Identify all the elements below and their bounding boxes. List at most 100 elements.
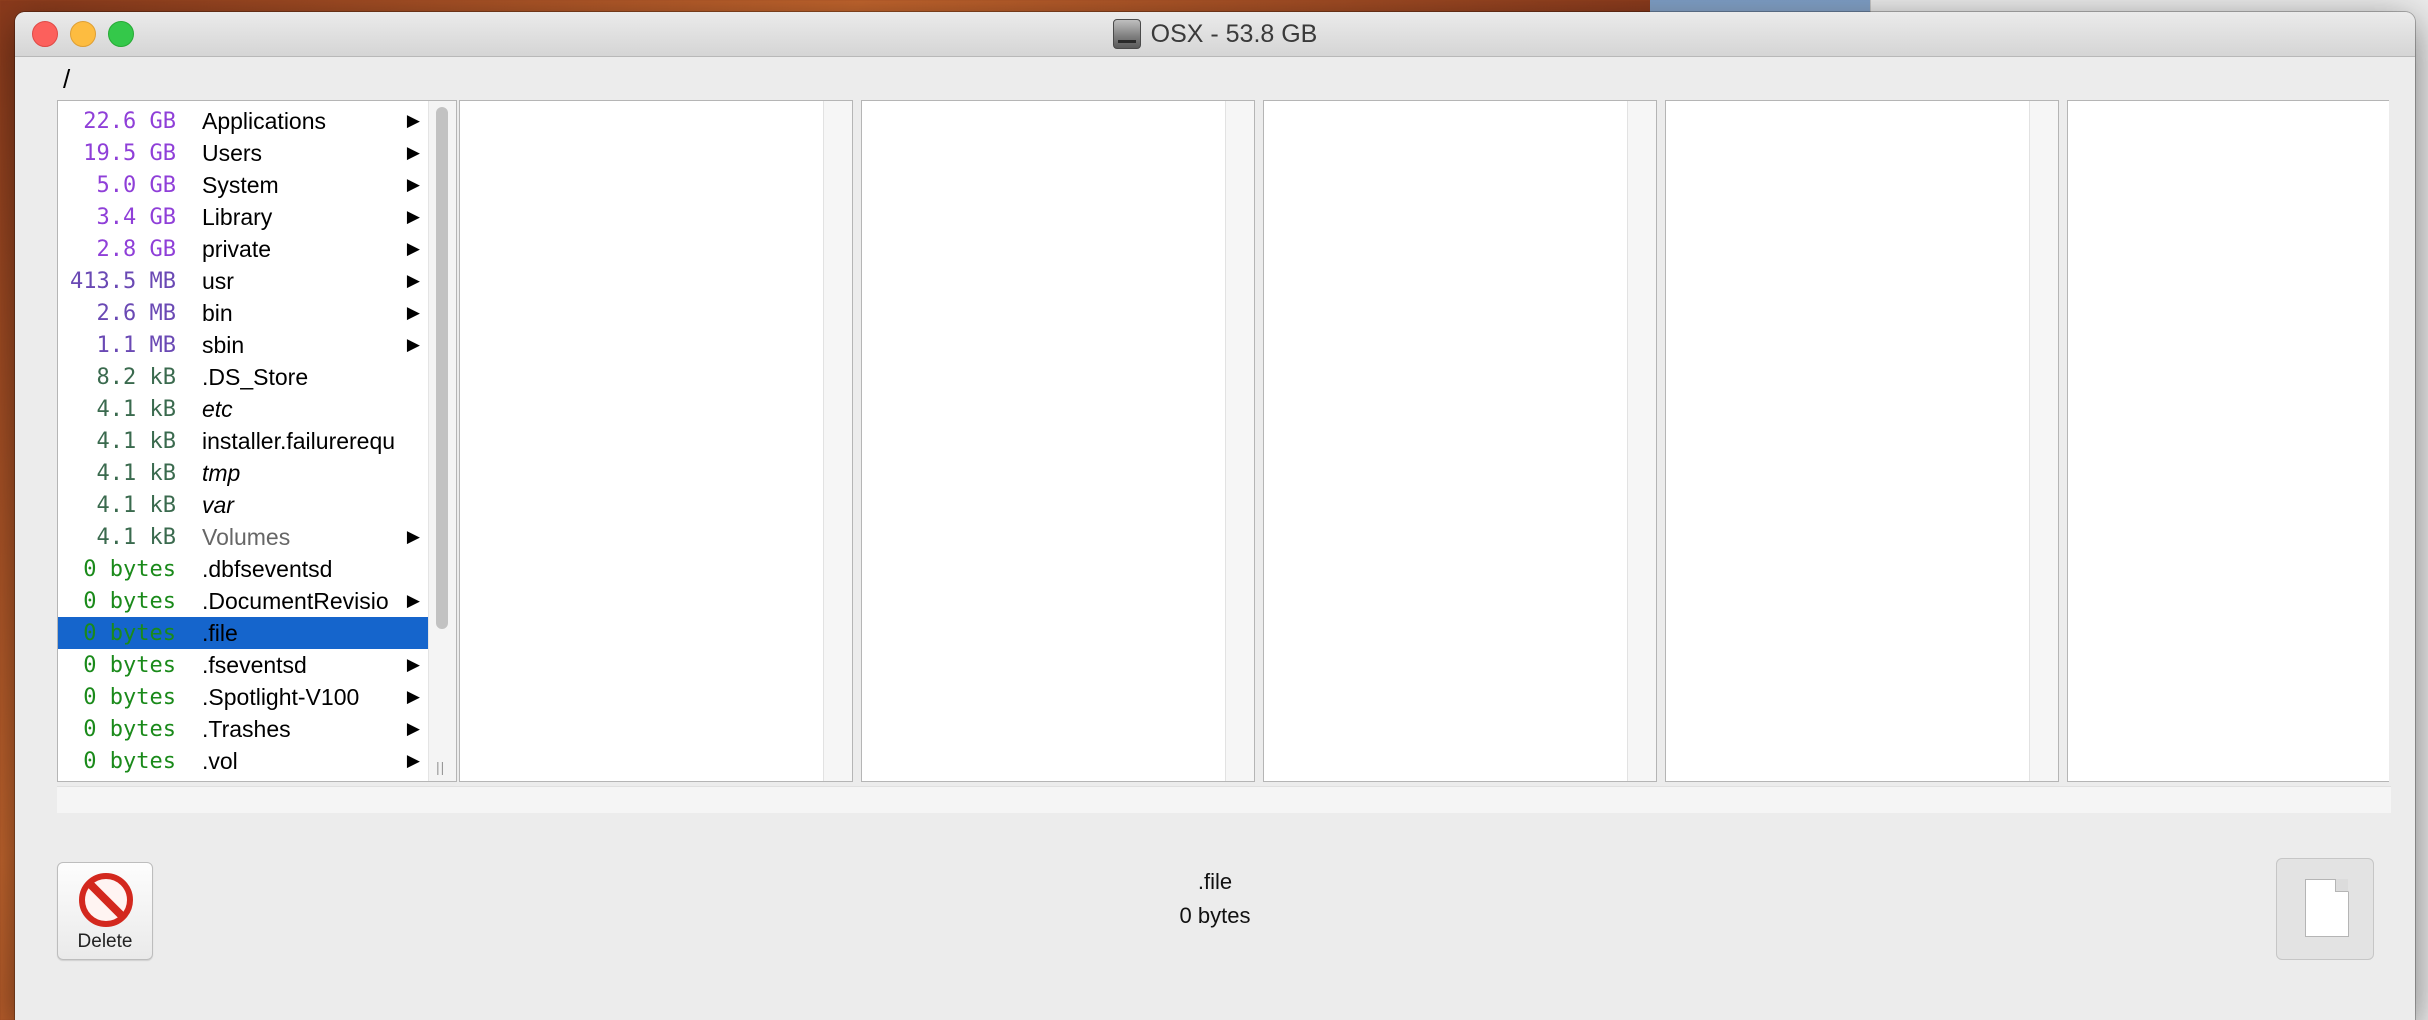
file-name: .DocumentRevisio: [202, 587, 389, 614]
disclosure-arrow-icon[interactable]: ▶: [407, 687, 420, 707]
file-name: Applications: [202, 107, 327, 134]
file-size: 0 bytes: [83, 588, 176, 614]
disclosure-arrow-icon[interactable]: ▶: [407, 207, 420, 227]
file-size: 2.8 GB: [96, 236, 176, 262]
window-title-group: OSX - 53.8 GB: [15, 12, 2415, 56]
file-name: tmp: [202, 459, 241, 486]
file-size: 413.5 MB: [70, 268, 176, 294]
column-resize-grip[interactable]: ||: [436, 759, 445, 775]
browser-column-empty[interactable]: [2067, 100, 2389, 782]
file-row[interactable]: 2.8 GB private ▶: [58, 233, 428, 265]
hard-disk-icon: [1112, 19, 1141, 49]
browser-column-empty[interactable]: [1665, 100, 2059, 782]
file-row[interactable]: 0 bytes .fseventsd ▶: [58, 649, 428, 681]
file-row[interactable]: 0 bytes .DocumentRevisio ▶: [58, 585, 428, 617]
file-name: Users: [202, 139, 263, 166]
file-name: .dbfseventsd: [202, 555, 333, 582]
file-size: 0 bytes: [83, 684, 176, 710]
file-name: etc: [202, 395, 233, 422]
disk-usage-window: OSX - 53.8 GB / 22.6 GB Applications ▶ 19.5…: [15, 12, 2415, 1020]
column-scroll-track: [1627, 101, 1656, 781]
file-row[interactable]: 0 bytes .vol ▶: [58, 745, 428, 777]
browser-column-empty[interactable]: [459, 100, 853, 782]
file-size: 4.1 kB: [96, 460, 176, 486]
file-name: installer.failurerequ: [202, 427, 396, 454]
horizontal-scrollbar[interactable]: [57, 786, 2391, 813]
file-name: .Trashes: [202, 715, 291, 742]
disclosure-arrow-icon[interactable]: ▶: [407, 111, 420, 131]
file-size: 5.0 GB: [96, 172, 176, 198]
file-name: private: [202, 235, 272, 262]
file-size: 4.1 kB: [96, 524, 176, 550]
file-row[interactable]: 22.6 GB Applications ▶: [58, 105, 428, 137]
file-size: 0 bytes: [83, 652, 176, 678]
disclosure-arrow-icon[interactable]: ▶: [407, 719, 420, 739]
file-name: .Spotlight-V100: [202, 683, 360, 710]
disclosure-arrow-icon[interactable]: ▶: [407, 335, 420, 355]
file-size: 4.1 kB: [96, 492, 176, 518]
file-row[interactable]: 1.1 MB sbin ▶: [58, 329, 428, 361]
current-path: /: [63, 64, 71, 94]
disclosure-arrow-icon[interactable]: ▶: [407, 143, 420, 163]
window-title: OSX - 53.8 GB: [1150, 19, 1318, 48]
file-row[interactable]: 2.6 MB bin ▶: [58, 297, 428, 329]
file-row[interactable]: 0 bytes .dbfseventsd: [58, 553, 428, 585]
file-name: System: [202, 171, 279, 198]
file-size: 2.6 MB: [96, 300, 176, 326]
file-row[interactable]: 0 bytes .file: [58, 617, 428, 649]
file-row[interactable]: 413.5 MB usr ▶: [58, 265, 428, 297]
disclosure-arrow-icon[interactable]: ▶: [407, 751, 420, 771]
file-size: 3.4 GB: [96, 204, 176, 230]
browser-column-root[interactable]: 22.6 GB Applications ▶ 19.5 GB Users ▶ 5.0 GB S…: [57, 100, 457, 782]
file-name: .vol: [202, 747, 238, 774]
title-bar[interactable]: OSX - 53.8 GB: [15, 12, 2415, 57]
file-row[interactable]: 4.1 kB installer.failurerequ: [58, 425, 428, 457]
disclosure-arrow-icon[interactable]: ▶: [407, 591, 420, 611]
browser-column-empty[interactable]: [1263, 100, 1657, 782]
file-size: 4.1 kB: [96, 428, 176, 454]
file-row[interactable]: 4.1 kB var: [58, 489, 428, 521]
disclosure-arrow-icon[interactable]: ▶: [407, 655, 420, 675]
file-row[interactable]: 3.4 GB Library ▶: [58, 201, 428, 233]
file-size: 0 bytes: [83, 716, 176, 742]
selected-item-size: 0 bytes: [1179, 903, 1251, 928]
file-size: 0 bytes: [83, 748, 176, 774]
file-size: 22.6 GB: [83, 108, 176, 134]
column-scroll-track: [1225, 101, 1254, 781]
column-scroll-track: [823, 101, 852, 781]
column-scroll-track: [2029, 101, 2058, 781]
file-row[interactable]: 4.1 kB etc: [58, 393, 428, 425]
file-row[interactable]: 4.1 kB tmp: [58, 457, 428, 489]
scrollbar-thumb[interactable]: [436, 107, 448, 629]
file-name: bin: [202, 299, 233, 326]
file-row[interactable]: 5.0 GB System ▶: [58, 169, 428, 201]
file-name: Volumes: [202, 523, 291, 550]
document-fold: [2335, 879, 2348, 892]
file-size: 0 bytes: [83, 620, 176, 646]
disclosure-arrow-icon[interactable]: ▶: [407, 175, 420, 195]
file-name: Library: [202, 203, 273, 230]
file-row[interactable]: 0 bytes .Trashes ▶: [58, 713, 428, 745]
file-size: 4.1 kB: [96, 396, 176, 422]
file-size: 0 bytes: [83, 556, 176, 582]
file-row[interactable]: 4.1 kB Volumes ▶: [58, 521, 428, 553]
file-size: 8.2 kB: [96, 364, 176, 390]
disclosure-arrow-icon[interactable]: ▶: [407, 271, 420, 291]
file-name: .DS_Store: [202, 363, 309, 390]
file-row[interactable]: 8.2 kB .DS_Store: [58, 361, 428, 393]
delete-label: Delete: [77, 931, 133, 952]
disclosure-arrow-icon[interactable]: ▶: [407, 303, 420, 323]
disclosure-arrow-icon[interactable]: ▶: [407, 239, 420, 259]
reveal-file-button[interactable]: [2276, 858, 2374, 960]
file-name: sbin: [202, 331, 245, 358]
file-name: .file: [202, 619, 238, 646]
file-row[interactable]: 0 bytes .Spotlight-V100 ▶: [58, 681, 428, 713]
column-browser: 22.6 GB Applications ▶ 19.5 GB Users ▶ 5.0 GB S…: [57, 100, 2391, 796]
file-size: 19.5 GB: [83, 140, 176, 166]
file-name: .fseventsd: [202, 651, 307, 678]
file-name: var: [202, 491, 234, 518]
file-row[interactable]: 19.5 GB Users ▶: [58, 137, 428, 169]
browser-column-empty[interactable]: [861, 100, 1255, 782]
selected-item-name: .file: [1197, 869, 1233, 894]
disclosure-arrow-icon[interactable]: ▶: [407, 527, 420, 547]
